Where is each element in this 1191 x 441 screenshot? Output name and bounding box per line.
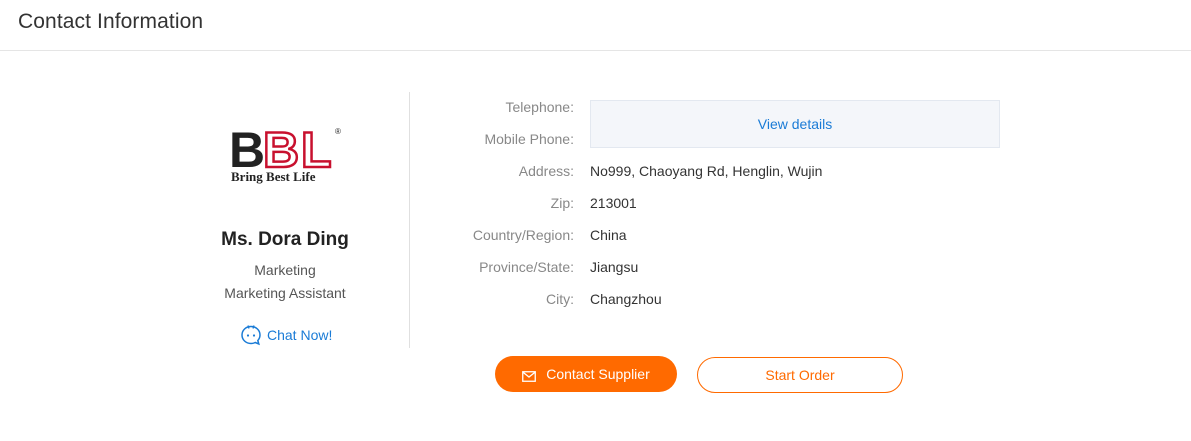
page-title: Contact Information: [18, 10, 204, 33]
chat-now-link[interactable]: Chat Now!: [240, 324, 332, 346]
province-row: Province/State: Jiangsu: [410, 252, 1010, 284]
contact-department: Marketing: [254, 262, 316, 278]
country-label: Country/Region:: [472, 227, 574, 243]
contact-name: Ms. Dora Ding: [221, 229, 349, 250]
chat-bubble-icon: [240, 324, 262, 346]
country-value: China: [590, 227, 627, 243]
contact-profile: B B L ® Bring Best Life Ms. Dora Ding Ma…: [160, 92, 410, 348]
chat-now-label: Chat Now!: [267, 327, 333, 343]
zip-label: Zip:: [550, 195, 574, 211]
contact-job-title: Marketing Assistant: [224, 285, 346, 301]
country-row: Country/Region: China: [410, 220, 1010, 252]
province-value: Jiangsu: [590, 259, 639, 275]
address-label: Address:: [518, 163, 574, 179]
city-label: City:: [546, 291, 574, 307]
registered-mark: ®: [335, 127, 341, 136]
zip-value: 213001: [590, 195, 637, 211]
section-header: Contact Information: [0, 0, 1191, 51]
zip-row: Zip: 213001: [410, 188, 1010, 220]
mail-icon: [522, 369, 537, 382]
start-order-label: Start Order: [765, 367, 835, 383]
mobile-phone-label: Mobile Phone:: [484, 131, 574, 147]
start-order-button[interactable]: Start Order: [697, 357, 903, 393]
city-row: City: Changzhou: [410, 284, 1010, 316]
logo-tagline: Bring Best Life: [231, 169, 316, 184]
telephone-label: Telephone:: [505, 99, 574, 115]
province-label: Province/State:: [479, 259, 574, 275]
contact-supplier-button[interactable]: Contact Supplier: [495, 356, 677, 392]
company-logo: B B L ® Bring Best Life: [229, 122, 345, 184]
contact-supplier-label: Contact Supplier: [546, 366, 650, 382]
address-row: Address: No999, Chaoyang Rd, Henglin, Wu…: [410, 156, 1010, 188]
address-value: No999, Chaoyang Rd, Henglin, Wujin: [590, 163, 823, 179]
view-details-label: View details: [757, 116, 833, 132]
contact-details: Telephone: Mobile Phone: View details Ad…: [410, 92, 1010, 322]
city-value: Changzhou: [590, 291, 662, 307]
view-details-button[interactable]: View details: [590, 100, 1000, 148]
